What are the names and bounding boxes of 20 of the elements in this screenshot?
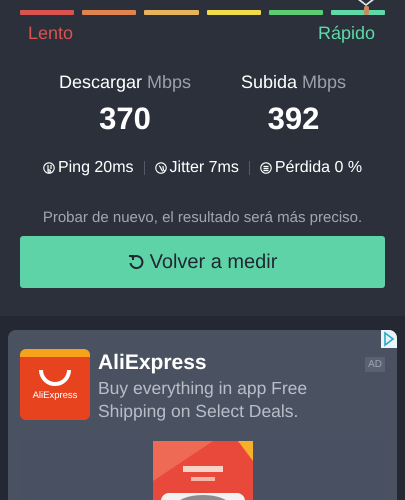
fast-label: Rápido <box>318 23 375 44</box>
result-value: 370 <box>99 101 151 137</box>
retest-hint: Probar de nuevo, el resultado será más preciso. <box>42 209 364 226</box>
retry-icon <box>128 254 144 270</box>
ad-description: Buy everything in app Free Shipping on Select Deals. <box>98 377 308 423</box>
ping-icon <box>42 162 55 174</box>
loss-icon <box>260 162 272 174</box>
jitter-icon <box>154 162 167 174</box>
result-value: 392 <box>268 101 320 137</box>
stat-text: Pérdida 0 % <box>274 159 362 177</box>
app-logo: AliExpress <box>20 349 90 420</box>
ad-label: AD <box>365 357 385 372</box>
result-label: Subida Mbps <box>240 72 346 93</box>
stat-text: Ping 20ms <box>58 159 134 177</box>
result-label: Descargar Mbps <box>58 72 192 93</box>
retest-button[interactable]: Volver a medir <box>20 236 385 288</box>
ad-title[interactable]: AliExpress <box>98 351 207 375</box>
ad-choices-icon[interactable] <box>381 330 397 348</box>
stat-text: Jitter 7ms <box>170 159 239 177</box>
slow-label: Lento <box>28 23 74 44</box>
